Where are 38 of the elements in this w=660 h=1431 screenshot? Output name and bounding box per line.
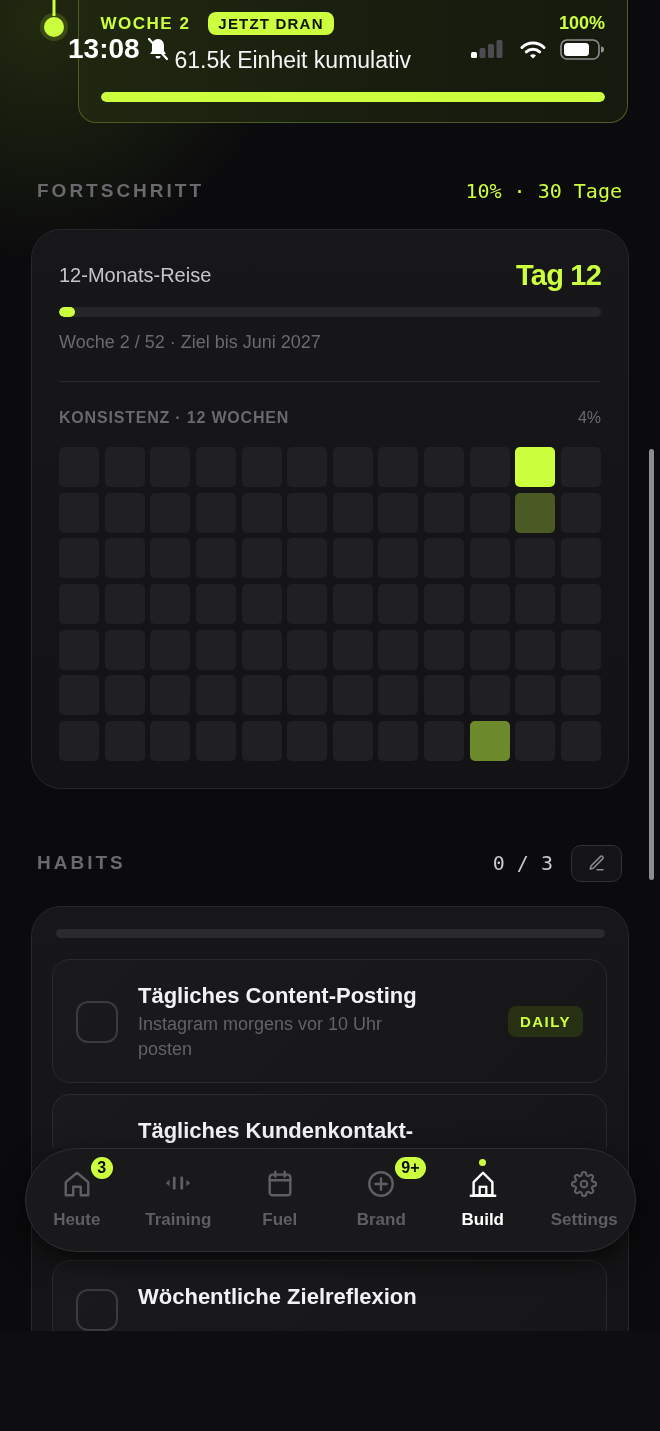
habit-title: Tägliches Content-Posting — [138, 981, 418, 1010]
current-week-tag: JETZT DRAN — [208, 12, 334, 35]
consistency-title: KONSISTENZ · 12 WOCHEN — [59, 409, 290, 427]
habit-title: Tägliches Kundenkontakt- — [138, 1116, 415, 1145]
section-title: FORTSCHRITT — [37, 180, 205, 202]
consistency-percent: 4% — [577, 409, 601, 427]
battery-icon — [560, 38, 604, 60]
section-title: HABITS — [37, 852, 126, 875]
day-counter: Tag 12 — [516, 258, 601, 292]
tab[interactable]: Brand 9+ — [330, 1149, 432, 1251]
timeline-marker-icon — [40, 0, 68, 42]
week-percent: 100% — [558, 12, 605, 35]
edit-button[interactable] — [571, 844, 622, 882]
status-time: 13:08 — [68, 35, 140, 63]
journey-caption: Woche 2 / 52 · Ziel bis Juni 2027 — [59, 331, 322, 353]
week-label: WOCHE 2 — [100, 13, 191, 35]
checkbox[interactable] — [76, 1000, 118, 1043]
habit-item[interactable]: Wöchentliche Zielreflexion — [52, 1259, 607, 1331]
journey-title: 12-Monats-Reise — [59, 263, 212, 287]
habit-description: Instagram morgens vor 10 Uhr posten — [138, 1012, 384, 1061]
tab[interactable]: Heute 3 — [26, 1149, 128, 1251]
habit-count: 0 / 3 — [492, 851, 553, 876]
frequency-tag: DAILY — [507, 1006, 583, 1038]
progress-summary: 10% · 30 Tage — [465, 179, 622, 203]
signal-icon — [471, 40, 503, 58]
active-dot-icon — [479, 1159, 487, 1166]
tab[interactable]: Build — [432, 1149, 534, 1251]
notification-count: 3 — [90, 1157, 113, 1179]
plus-circle-icon — [366, 1169, 397, 1199]
home-icon — [467, 1169, 498, 1199]
habit-title: Wöchentliche Zielreflexion — [138, 1282, 418, 1311]
habit-item[interactable]: Tägliches Content-Posting Instagram morgens vor 10 Uhr posten DAILY — [52, 958, 607, 1083]
week-summary: 61.5k Einheit kumulativ — [174, 46, 411, 74]
edit-icon — [587, 854, 606, 873]
notification-count: 9+ — [395, 1157, 426, 1179]
habit-item[interactable]: Tägliches Kundenkontakt- — [52, 1093, 607, 1148]
settings-icon — [569, 1169, 600, 1199]
wifi-icon — [520, 39, 546, 59]
